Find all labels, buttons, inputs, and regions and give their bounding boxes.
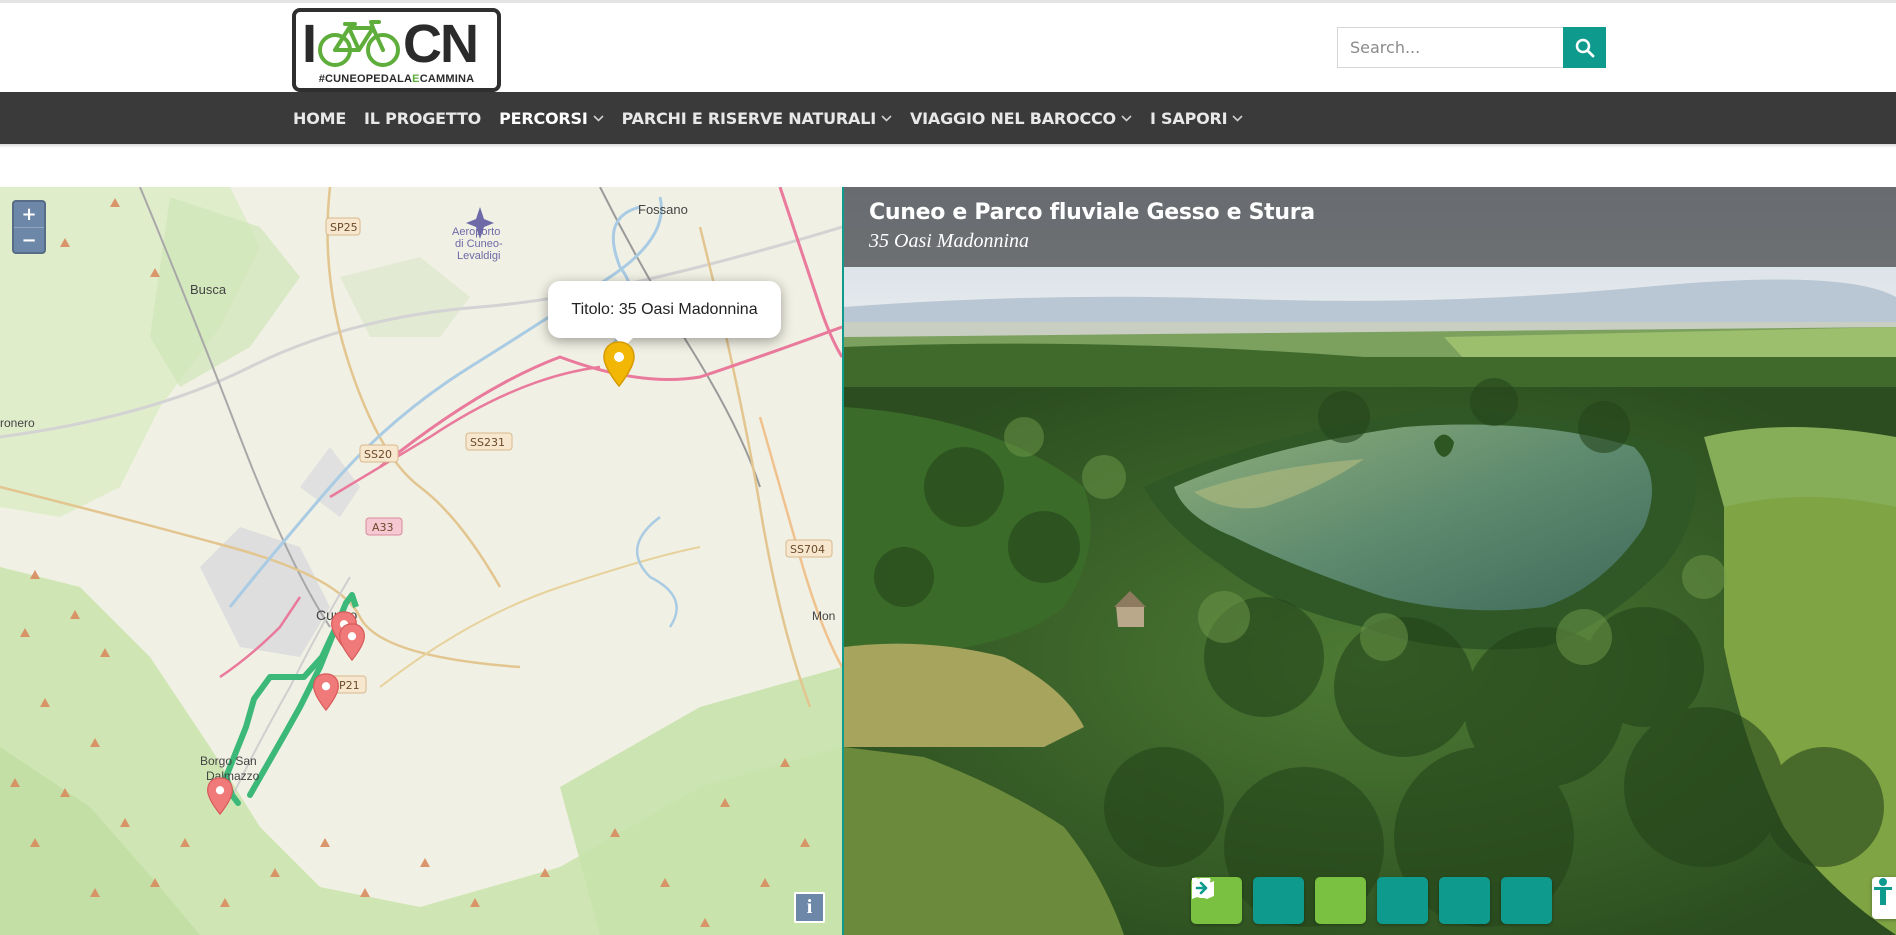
map-label-mon: Mon xyxy=(812,609,835,623)
map-label-sp25: SP25 xyxy=(330,221,358,234)
panorama-header: Cuneo e Parco fluviale Gesso e Stura 35 … xyxy=(844,187,1896,267)
location-pin-icon[interactable] xyxy=(338,623,366,661)
panorama-title: Cuneo e Parco fluviale Gesso e Stura xyxy=(869,200,1315,225)
map-label-ss20: SS20 xyxy=(364,448,392,461)
map-label-airport-3: Levaldigi xyxy=(457,250,500,262)
logo-tag-part-highlight: E xyxy=(412,73,420,85)
route-map[interactable]: Fossano Aeroporto di Cuneo- Levaldigi Bu… xyxy=(0,187,842,935)
bicycle-icon xyxy=(318,20,401,67)
search-form xyxy=(1337,27,1606,68)
logo-tag-part: #CUNEOPEDALA xyxy=(318,73,413,85)
chevron-down-icon xyxy=(1121,114,1132,122)
nav-item-label: IL PROGETTO xyxy=(364,108,482,128)
zoom-out-button[interactable]: − xyxy=(14,227,44,252)
search-button[interactable] xyxy=(1563,27,1606,68)
nav-item-label: I SAPORI xyxy=(1149,108,1228,128)
nav-shadow xyxy=(0,144,1896,148)
main-navigation: HOME IL PROGETTO PERCORSI PARCHI E RISERVE … xyxy=(0,92,1896,144)
map-label-airport-1: Aeroporto xyxy=(452,226,500,238)
accessibility-button[interactable] xyxy=(1872,877,1896,919)
map-label-ss231: SS231 xyxy=(470,436,505,449)
location-pin-icon[interactable] xyxy=(312,673,340,711)
panorama-viewer[interactable]: Cuneo e Parco fluviale Gesso e Stura 35 … xyxy=(844,187,1896,935)
logo-letter-i: I xyxy=(302,14,317,74)
arrow-right-icon xyxy=(1192,878,1212,898)
nav-item-label: HOME xyxy=(293,108,347,128)
zoom-control: + − xyxy=(12,200,46,254)
next-button[interactable] xyxy=(1192,877,1552,924)
nav-item-il-progetto[interactable]: IL PROGETTO xyxy=(364,109,481,128)
show-on-map-button[interactable] xyxy=(1192,877,1366,924)
accessibility-icon xyxy=(1874,878,1892,905)
nav-item-percorsi[interactable]: PERCORSI xyxy=(499,109,604,128)
site-header: I CN #CUNEOPEDALAECAMMINA xyxy=(0,3,1896,92)
panorama-controls xyxy=(1191,877,1563,924)
previous-button[interactable] xyxy=(1192,877,1490,924)
zoom-in-button[interactable]: + xyxy=(14,202,44,227)
nav-item-viaggio-nel-barocco[interactable]: VIAGGIO NEL BAROCCO xyxy=(910,109,1132,128)
panorama-image xyxy=(844,187,1896,935)
map-label-ss704: SS704 xyxy=(790,543,825,556)
map-label-a33: A33 xyxy=(372,521,394,534)
map-label-fossano: Fossano xyxy=(638,202,688,217)
nav-item-i-sapori[interactable]: I SAPORI xyxy=(1150,109,1243,128)
logo-wordmark: I CN xyxy=(302,14,493,74)
nav-list: HOME IL PROGETTO PERCORSI PARCHI E RISERVE … xyxy=(293,92,1261,144)
chevron-down-icon xyxy=(1232,114,1243,122)
nav-item-home[interactable]: HOME xyxy=(293,109,346,128)
fullscreen-button[interactable] xyxy=(1192,877,1428,924)
logo-tagline: #CUNEOPEDALAECAMMINA xyxy=(296,73,497,85)
map-label-dronero: ronero xyxy=(0,416,35,430)
search-icon xyxy=(1575,38,1594,57)
nav-item-label: VIAGGIO NEL BAROCCO xyxy=(909,108,1116,128)
map-label-airport-2: di Cuneo- xyxy=(455,238,503,250)
chevron-down-icon xyxy=(881,114,892,122)
search-input[interactable] xyxy=(1337,27,1563,68)
map-label-busca: Busca xyxy=(190,282,227,297)
nav-item-label: PARCHI E RISERVE NATURALI xyxy=(621,108,877,128)
logo-letters-cn: CN xyxy=(403,14,479,74)
panorama-subtitle: 35 Oasi Madonnina xyxy=(869,230,1029,252)
navigate-button[interactable] xyxy=(1193,877,1304,924)
nav-item-label: PERCORSI xyxy=(499,108,588,128)
chevron-down-icon xyxy=(593,114,604,122)
selected-location-pin-icon[interactable] xyxy=(602,341,636,387)
logo-tag-part: CAMMINA xyxy=(419,73,475,85)
map-label-borgo-1: Borgo San xyxy=(200,754,257,768)
map-info-button[interactable]: i xyxy=(794,892,825,923)
nav-item-parchi-e-riserve-naturali[interactable]: PARCHI E RISERVE NATURALI xyxy=(622,109,892,128)
map-popup: Titolo: 35 Oasi Madonnina xyxy=(548,281,781,338)
site-logo[interactable]: I CN #CUNEOPEDALAECAMMINA xyxy=(292,8,501,92)
location-pin-icon[interactable] xyxy=(206,777,234,815)
